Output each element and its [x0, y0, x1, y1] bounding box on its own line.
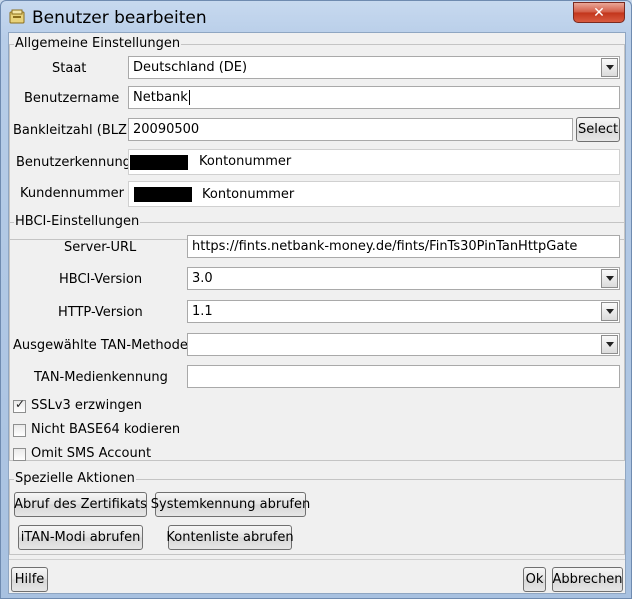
zertifikat-button[interactable]: Abruf des Zertifikats: [14, 492, 147, 517]
text-cursor: [188, 90, 190, 105]
chevron-down-icon[interactable]: [601, 58, 618, 77]
blz-input[interactable]: 20090500: [128, 118, 573, 141]
select-button[interactable]: Select: [576, 117, 620, 142]
footer-divider: [9, 559, 625, 560]
sslv3-label[interactable]: SSLv3 erzwingen: [31, 398, 142, 413]
window-title: Benutzer bearbeiten: [32, 8, 207, 28]
chevron-down-icon[interactable]: [601, 269, 618, 288]
hbci-version-label: HBCI-Version: [59, 272, 143, 287]
server-url-label: Server-URL: [64, 240, 137, 255]
redacted-block: [130, 155, 188, 170]
app-icon: [9, 9, 25, 24]
tan-methode-label: Ausgewählte TAN-Methode: [13, 338, 188, 353]
systemkennung-button[interactable]: Systemkennung abrufen: [151, 492, 310, 517]
close-icon: ✕: [593, 4, 605, 21]
http-version-value: 1.1: [192, 304, 213, 319]
hbci-settings-legend: HBCI-Einstellungen: [14, 214, 141, 229]
http-version-select[interactable]: 1.1: [187, 300, 620, 323]
blz-value: 20090500: [133, 122, 200, 137]
close-button[interactable]: ✕: [573, 2, 625, 23]
tan-medien-label: TAN-Medienkennung: [34, 370, 168, 385]
kundennummer-value: Kontonummer: [202, 187, 295, 202]
abbrechen-button[interactable]: Abbrechen: [552, 567, 623, 592]
chevron-down-icon[interactable]: [601, 335, 618, 354]
hbci-version-select[interactable]: 3.0: [187, 267, 620, 290]
tan-methode-select[interactable]: [187, 333, 620, 356]
staat-select[interactable]: Deutschland (DE): [128, 56, 620, 79]
benutzerkennung-input[interactable]: Kontonummer: [128, 149, 620, 175]
benutzerkennung-value: Kontonummer: [199, 154, 292, 169]
kundennummer-input[interactable]: Kontonummer: [128, 181, 620, 207]
benutzername-input[interactable]: Netbank: [128, 86, 620, 109]
dialog-window: Benutzer bearbeiten ✕ Allgemeine Einstel…: [0, 0, 632, 599]
itan-modi-button[interactable]: iTAN-Modi abrufen: [18, 525, 143, 550]
chevron-down-icon[interactable]: [601, 302, 618, 321]
kundennummer-label: Kundennummer: [20, 186, 124, 201]
tan-medien-input[interactable]: [187, 365, 620, 388]
special-actions-legend: Spezielle Aktionen: [14, 471, 136, 486]
dialog-client-area: Allgemeine Einstellungen Staat Deutschla…: [8, 32, 626, 594]
blz-label: Bankleitzahl (BLZ): [13, 123, 132, 138]
redacted-block: [134, 187, 192, 202]
sms-checkbox[interactable]: [13, 448, 26, 461]
hbci-version-value: 3.0: [192, 271, 213, 286]
sms-label[interactable]: Omit SMS Account: [31, 446, 151, 461]
server-url-input[interactable]: https://fints.netbank-money.de/fints/Fin…: [187, 235, 620, 258]
base64-label[interactable]: Nicht BASE64 kodieren: [31, 422, 180, 437]
benutzername-value: Netbank: [133, 90, 188, 105]
ok-button[interactable]: Ok: [523, 567, 546, 592]
benutzerkennung-label: Benutzerkennung: [16, 155, 131, 170]
base64-checkbox[interactable]: [13, 424, 26, 437]
kontenliste-button[interactable]: Kontenliste abrufen: [166, 525, 294, 550]
general-settings-legend: Allgemeine Einstellungen: [14, 36, 182, 51]
hilfe-button[interactable]: Hilfe: [11, 567, 48, 592]
staat-value: Deutschland (DE): [133, 60, 248, 75]
sslv3-checkbox[interactable]: [13, 397, 26, 413]
http-version-label: HTTP-Version: [58, 305, 143, 320]
benutzername-label: Benutzername: [24, 91, 120, 106]
staat-label: Staat: [52, 61, 87, 76]
server-url-value: https://fints.netbank-money.de/fints/Fin…: [192, 239, 578, 254]
title-bar[interactable]: Benutzer bearbeiten ✕: [1, 1, 631, 35]
